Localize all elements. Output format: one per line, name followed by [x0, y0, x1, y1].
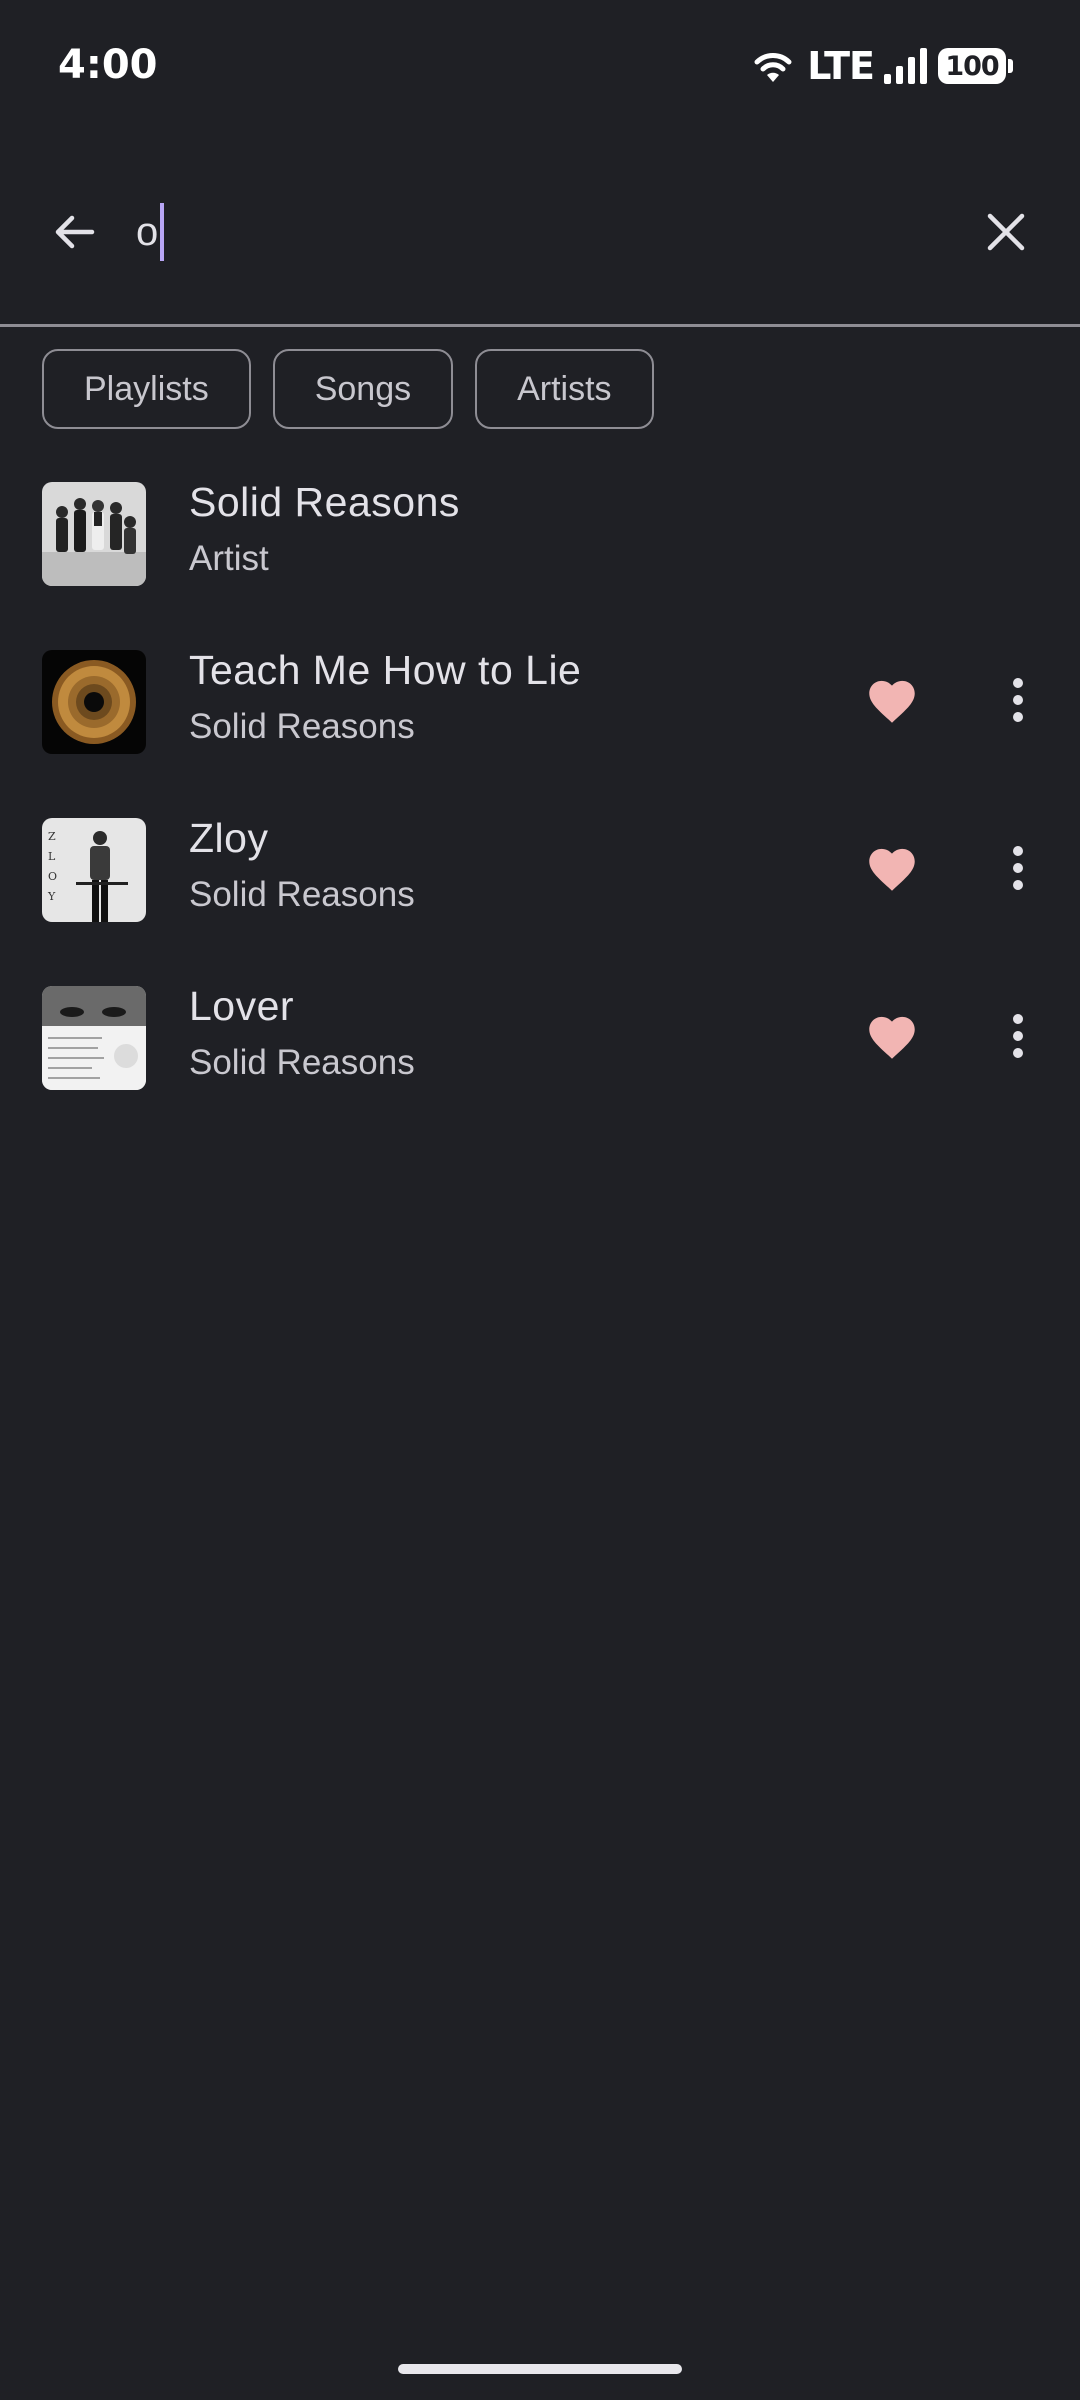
- more-vert-icon: [1013, 846, 1023, 890]
- result-item-artist[interactable]: Solid Reasons Artist: [0, 452, 1080, 620]
- heart-icon: [869, 680, 915, 723]
- search-divider: [0, 324, 1080, 327]
- result-text: Zloy Solid Reasons: [189, 808, 415, 922]
- more-options-button[interactable]: [986, 836, 1050, 900]
- wifi-icon: [754, 53, 792, 82]
- like-button[interactable]: [860, 668, 924, 732]
- svg-text:Y: Y: [47, 890, 56, 903]
- back-button[interactable]: [44, 202, 104, 262]
- result-text: Lover Solid Reasons: [189, 976, 415, 1090]
- text-cursor: [160, 203, 165, 261]
- artist-photo-thumbnail: [42, 482, 146, 586]
- result-item-song[interactable]: Z L O Y Zloy Solid Reasons: [0, 788, 1080, 956]
- search-input[interactable]: o: [136, 200, 165, 264]
- search-bar: o: [0, 170, 1080, 325]
- close-icon: [987, 213, 1025, 251]
- battery-level: 100: [945, 50, 999, 82]
- result-text: Solid Reasons Artist: [189, 472, 460, 586]
- filter-chip-artists[interactable]: Artists: [475, 349, 654, 429]
- result-title: Lover: [189, 983, 295, 1029]
- network-type-label: LTE: [807, 44, 875, 88]
- status-time: 4:00: [58, 42, 158, 88]
- result-title: Solid Reasons: [189, 479, 460, 525]
- result-subtitle: Solid Reasons: [189, 1043, 415, 1082]
- like-button[interactable]: [860, 836, 924, 900]
- filter-chips: Playlists Songs Artists: [42, 349, 654, 429]
- more-options-button[interactable]: [986, 1004, 1050, 1068]
- heart-icon: [869, 1016, 915, 1059]
- clear-search-button[interactable]: [976, 202, 1036, 262]
- svg-text:Z: Z: [48, 830, 56, 843]
- result-item-song[interactable]: Teach Me How to Lie Solid Reasons: [0, 620, 1080, 788]
- result-item-song[interactable]: Lover Solid Reasons: [0, 956, 1080, 1124]
- more-vert-icon: [1013, 1014, 1023, 1058]
- more-vert-icon: [1013, 678, 1023, 722]
- battery-icon: 100: [938, 48, 1013, 84]
- search-results-list: Solid Reasons Artist Teach Me How to Lie…: [0, 452, 1080, 1124]
- album-art-thumbnail: [42, 986, 146, 1090]
- gesture-nav-handle[interactable]: [398, 2364, 682, 2374]
- heart-icon: [869, 848, 915, 891]
- status-bar: 4:00 LTE 100: [0, 0, 1080, 130]
- filter-chip-playlists[interactable]: Playlists: [42, 349, 251, 429]
- result-subtitle: Solid Reasons: [189, 707, 415, 746]
- svg-text:O: O: [48, 870, 57, 883]
- result-subtitle: Solid Reasons: [189, 875, 415, 914]
- result-subtitle: Artist: [189, 539, 269, 578]
- arrow-back-icon: [55, 215, 95, 249]
- result-title: Teach Me How to Lie: [189, 647, 582, 693]
- more-options-button[interactable]: [986, 668, 1050, 732]
- svg-text:L: L: [48, 850, 56, 863]
- album-art-thumbnail: [42, 650, 146, 754]
- result-text: Teach Me How to Lie Solid Reasons: [189, 640, 581, 754]
- filter-chip-songs[interactable]: Songs: [272, 349, 454, 429]
- search-query-text: o: [136, 209, 159, 254]
- result-title: Zloy: [189, 815, 269, 861]
- signal-icon: [884, 48, 927, 84]
- like-button[interactable]: [860, 1004, 924, 1068]
- status-icons: LTE 100: [749, 44, 1013, 88]
- album-art-thumbnail: Z L O Y: [42, 818, 146, 922]
